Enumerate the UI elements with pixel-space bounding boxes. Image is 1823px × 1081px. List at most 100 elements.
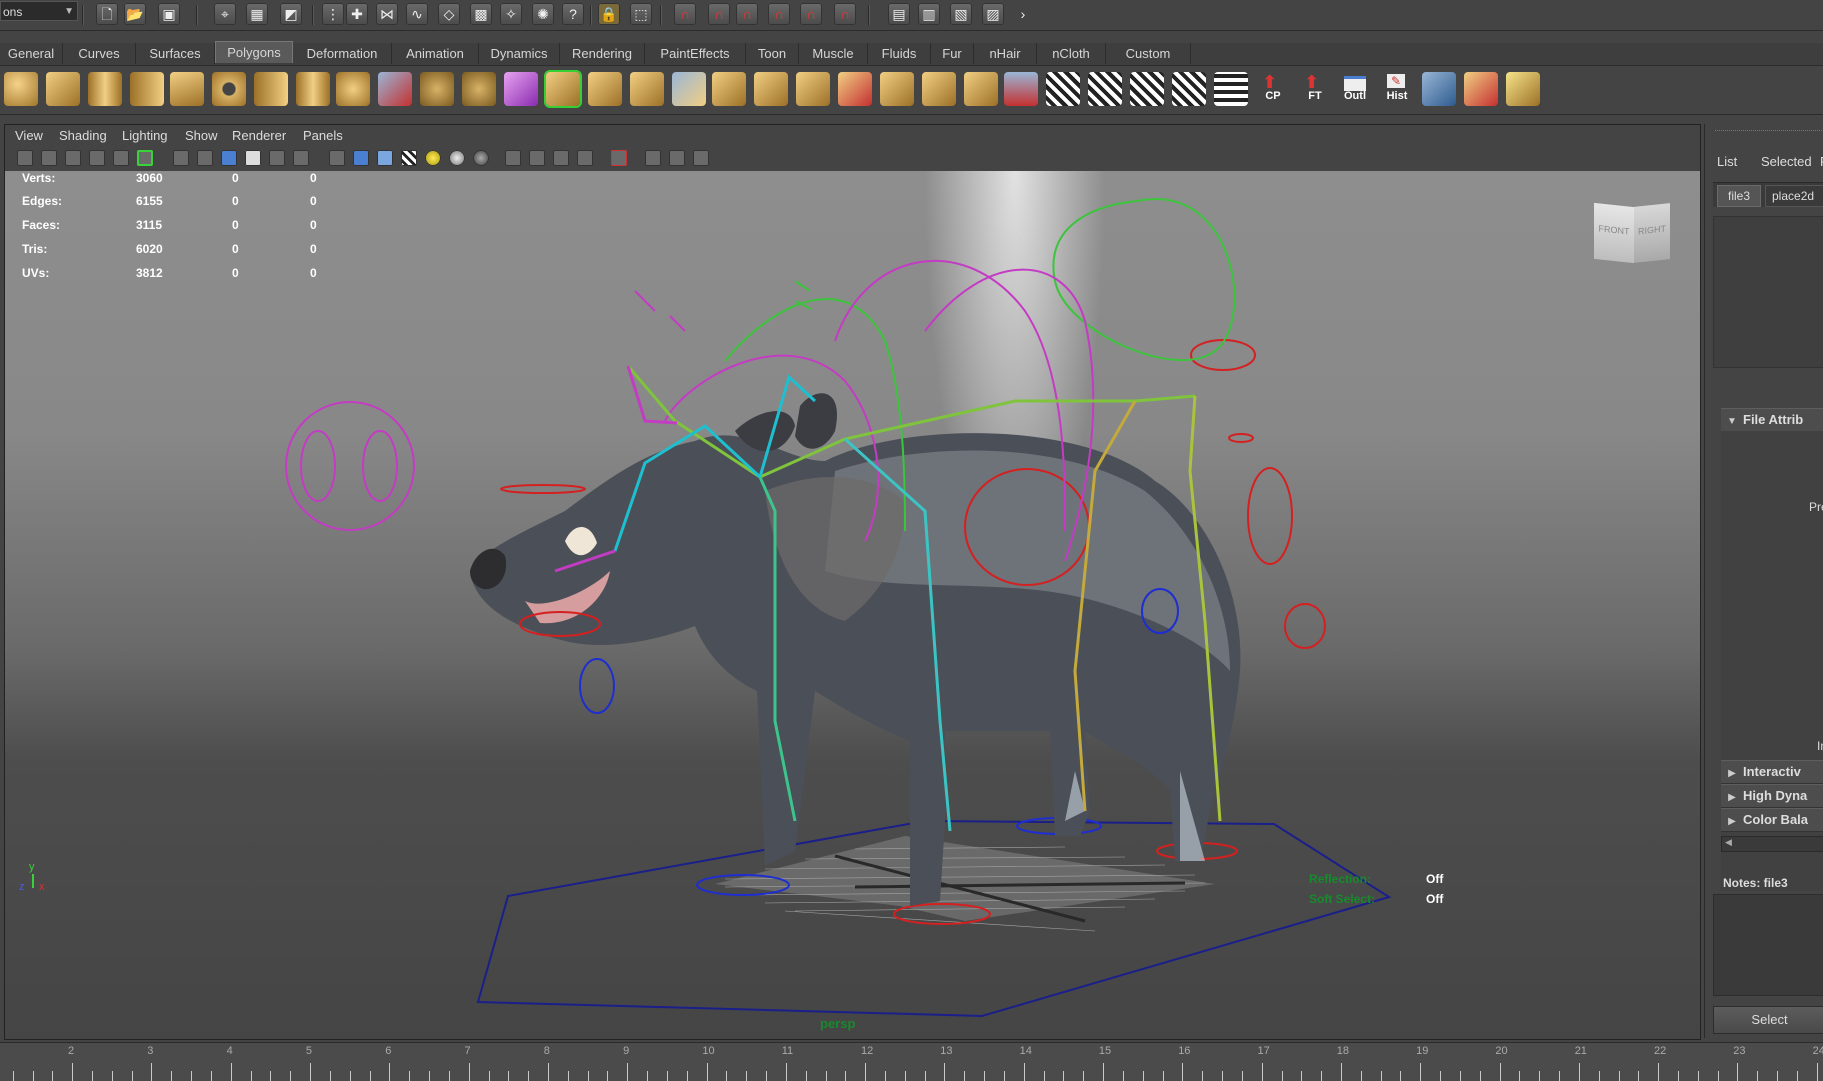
grid-toggle-icon[interactable] [113, 150, 129, 166]
textured-icon[interactable] [401, 150, 417, 166]
snap-point-icon[interactable]: ∿ [406, 3, 428, 25]
combine-icon[interactable] [378, 72, 412, 106]
offset-edge-loop-icon[interactable] [754, 72, 788, 106]
select-object-icon[interactable]: ▦ [246, 3, 268, 25]
poly-torus-icon[interactable] [212, 72, 246, 106]
wireframe-icon[interactable] [329, 150, 345, 166]
snap-view-plane-icon[interactable]: ◇ [438, 3, 460, 25]
open-scene-icon[interactable]: 📂 [124, 3, 146, 25]
shelf-tab-deformation[interactable]: Deformation [293, 43, 392, 64]
multisample-aa-icon[interactable] [529, 150, 545, 166]
snap-grid-icon[interactable]: ✚ [346, 3, 368, 25]
share-icon[interactable] [693, 150, 709, 166]
smooth-icon[interactable] [462, 72, 496, 106]
smooth-shade-icon[interactable] [353, 150, 369, 166]
sculpt-icon[interactable] [1004, 72, 1038, 106]
select-button[interactable]: Select [1713, 1006, 1823, 1034]
shadows-icon[interactable] [449, 150, 465, 166]
color-balance-section[interactable]: ▶ Color Bala [1721, 808, 1823, 832]
split-polygon-icon[interactable] [672, 72, 706, 106]
poly-prism-icon[interactable] [254, 72, 288, 106]
bookmarks-icon[interactable] [65, 150, 81, 166]
gate-mask-icon[interactable] [197, 150, 213, 166]
ft-button[interactable]: ⬆ FT [1298, 72, 1332, 106]
render-view-icon[interactable]: ▥ [918, 3, 940, 25]
display-text-icon[interactable] [293, 150, 309, 166]
magnet-point-icon[interactable]: ∩ [736, 3, 758, 25]
magnet-live-icon[interactable]: ∩ [834, 3, 856, 25]
select-tool-icon[interactable]: ⬚ [630, 3, 652, 25]
scroll-left-icon[interactable]: ◀ [1725, 837, 1732, 848]
shelf-tab-muscle[interactable]: Muscle [799, 43, 868, 64]
xray-icon[interactable] [611, 150, 627, 166]
cp-button[interactable]: ⬆ CP [1256, 72, 1290, 106]
xray-joints-icon[interactable] [645, 150, 661, 166]
collapse-icon[interactable] [838, 72, 872, 106]
poly-plane-icon[interactable] [170, 72, 204, 106]
camera-select-icon[interactable] [17, 150, 33, 166]
magnet-icon[interactable]: ∩ [674, 3, 696, 25]
interactive-section[interactable]: ▶ Interactiv [1721, 760, 1823, 784]
new-scene-icon[interactable]: 🗋 [96, 3, 118, 25]
magnet-plane-icon[interactable]: ∩ [800, 3, 822, 25]
shelf-tab-surfaces[interactable]: Surfaces [136, 43, 215, 64]
shelf-tab-nhair[interactable]: nHair [974, 43, 1037, 64]
poly-cylinder-icon[interactable] [88, 72, 122, 106]
attr-menu-selected[interactable]: Selected [1761, 154, 1812, 169]
attr-tab-place2d[interactable]: place2d [1765, 185, 1823, 207]
panel-grip[interactable] [1715, 130, 1823, 134]
help-icon[interactable]: ? [562, 3, 584, 25]
file-attributes-section[interactable]: ▼ File Attrib [1721, 408, 1823, 432]
poly-soccer-ball-icon[interactable] [336, 72, 370, 106]
view-cube[interactable]: FRONT RIGHT [1594, 202, 1674, 271]
film-gate-icon[interactable] [137, 150, 153, 166]
select-hierarchy-icon[interactable]: ⌖ [214, 3, 236, 25]
construction-history-icon[interactable]: ∩ [708, 3, 730, 25]
select-component-icon[interactable]: ◩ [280, 3, 302, 25]
shelf-tab-fluids[interactable]: Fluids [868, 43, 931, 64]
field-chart-icon[interactable] [221, 150, 237, 166]
attr-horizontal-scrollbar[interactable]: ◀ [1721, 836, 1823, 852]
save-scene-icon[interactable]: ▣ [158, 3, 180, 25]
attr-tab-file3[interactable]: file3 [1717, 185, 1761, 207]
ipr-icon[interactable]: ▧ [950, 3, 972, 25]
shelf-tab-ncloth[interactable]: nCloth [1037, 43, 1106, 64]
poly-cone-icon[interactable] [130, 72, 164, 106]
shelf-tab-fur[interactable]: Fur [931, 43, 974, 64]
use-all-lights-icon[interactable] [425, 150, 441, 166]
triangulate-icon[interactable] [1506, 72, 1540, 106]
motion-blur-icon[interactable] [505, 150, 521, 166]
insert-edge-loop-icon[interactable] [712, 72, 746, 106]
snap-live-icon[interactable]: ▩ [470, 3, 492, 25]
shelf-tab-custom[interactable]: Custom [1106, 43, 1191, 64]
outliner-button[interactable]: Outl [1338, 72, 1372, 106]
history-button[interactable]: ✎ Hist [1380, 72, 1414, 106]
shelf-tab-rendering[interactable]: Rendering [560, 43, 645, 64]
lasso-icon[interactable]: ⋮ [322, 3, 344, 25]
view-cube-right-face[interactable]: RIGHT [1634, 203, 1670, 263]
separate-icon[interactable] [420, 72, 454, 106]
shelf-tab-animation[interactable]: Animation [392, 43, 479, 64]
wireframe-on-shaded-icon[interactable] [377, 150, 393, 166]
boar-model[interactable] [470, 393, 1241, 906]
notes-field[interactable] [1713, 894, 1823, 996]
viewport-menu-show[interactable]: Show [185, 128, 218, 143]
spherical-mapping-icon[interactable] [1130, 72, 1164, 106]
view-cube-front-face[interactable]: FRONT [1594, 202, 1634, 264]
cleanup-icon[interactable] [1464, 72, 1498, 106]
duplicate-face-icon[interactable] [922, 72, 956, 106]
shelf-tab-general[interactable]: General [0, 43, 63, 64]
safe-action-icon[interactable] [245, 150, 261, 166]
shelf-tab-toon[interactable]: Toon [746, 43, 799, 64]
viewport-menu-renderer[interactable]: Renderer [232, 128, 286, 143]
shelf-tab-dynamics[interactable]: Dynamics [479, 43, 560, 64]
screen-space-ao-icon[interactable] [473, 150, 489, 166]
menu-set-dropdown[interactable]: ons ▼ [0, 1, 78, 21]
resolution-gate-icon[interactable] [173, 150, 189, 166]
merge-icon[interactable] [796, 72, 830, 106]
planar-mapping-icon[interactable] [1046, 72, 1080, 106]
time-slider[interactable]: 2 3 4 5 6 7 8 9 10 11 12 13 14 15 16 17 18 19 20 21 22 23 24 [0, 1042, 1823, 1081]
snap-curve-icon[interactable]: ⋈ [376, 3, 398, 25]
viewport-menu-view[interactable]: View [15, 128, 43, 143]
viewport-menu-shading[interactable]: Shading [59, 128, 107, 143]
